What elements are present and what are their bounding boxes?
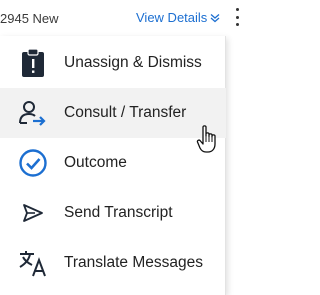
view-details-link[interactable]: View Details [136,10,220,25]
actions-menu: Unassign & Dismiss Consult / Transfer Ou… [0,36,226,295]
more-options-icon[interactable] [230,5,244,29]
menu-item-label: Consult / Transfer [64,104,187,121]
view-details-label: View Details [136,10,208,25]
user-transfer-icon [16,96,50,130]
case-status-text: 2945 New [0,11,59,26]
menu-item-outcome[interactable]: Outcome [0,138,226,188]
menu-item-label: Outcome [64,154,127,171]
menu-item-translate-messages[interactable]: Translate Messages [0,238,226,288]
menu-item-label: Unassign & Dismiss [64,54,202,71]
translate-icon [16,246,50,280]
menu-item-label: Send Transcript [64,204,173,221]
case-header: 2945 New View Details [0,0,250,34]
clipboard-icon [16,46,50,80]
menu-item-consult-transfer[interactable]: Consult / Transfer [0,88,226,138]
menu-item-label: Translate Messages [64,254,203,271]
menu-item-send-transcript[interactable]: Send Transcript [0,188,226,238]
send-icon [16,196,50,230]
menu-item-unassign-dismiss[interactable]: Unassign & Dismiss [0,38,226,88]
double-chevron-down-icon [210,13,220,22]
check-circle-icon [16,146,50,180]
